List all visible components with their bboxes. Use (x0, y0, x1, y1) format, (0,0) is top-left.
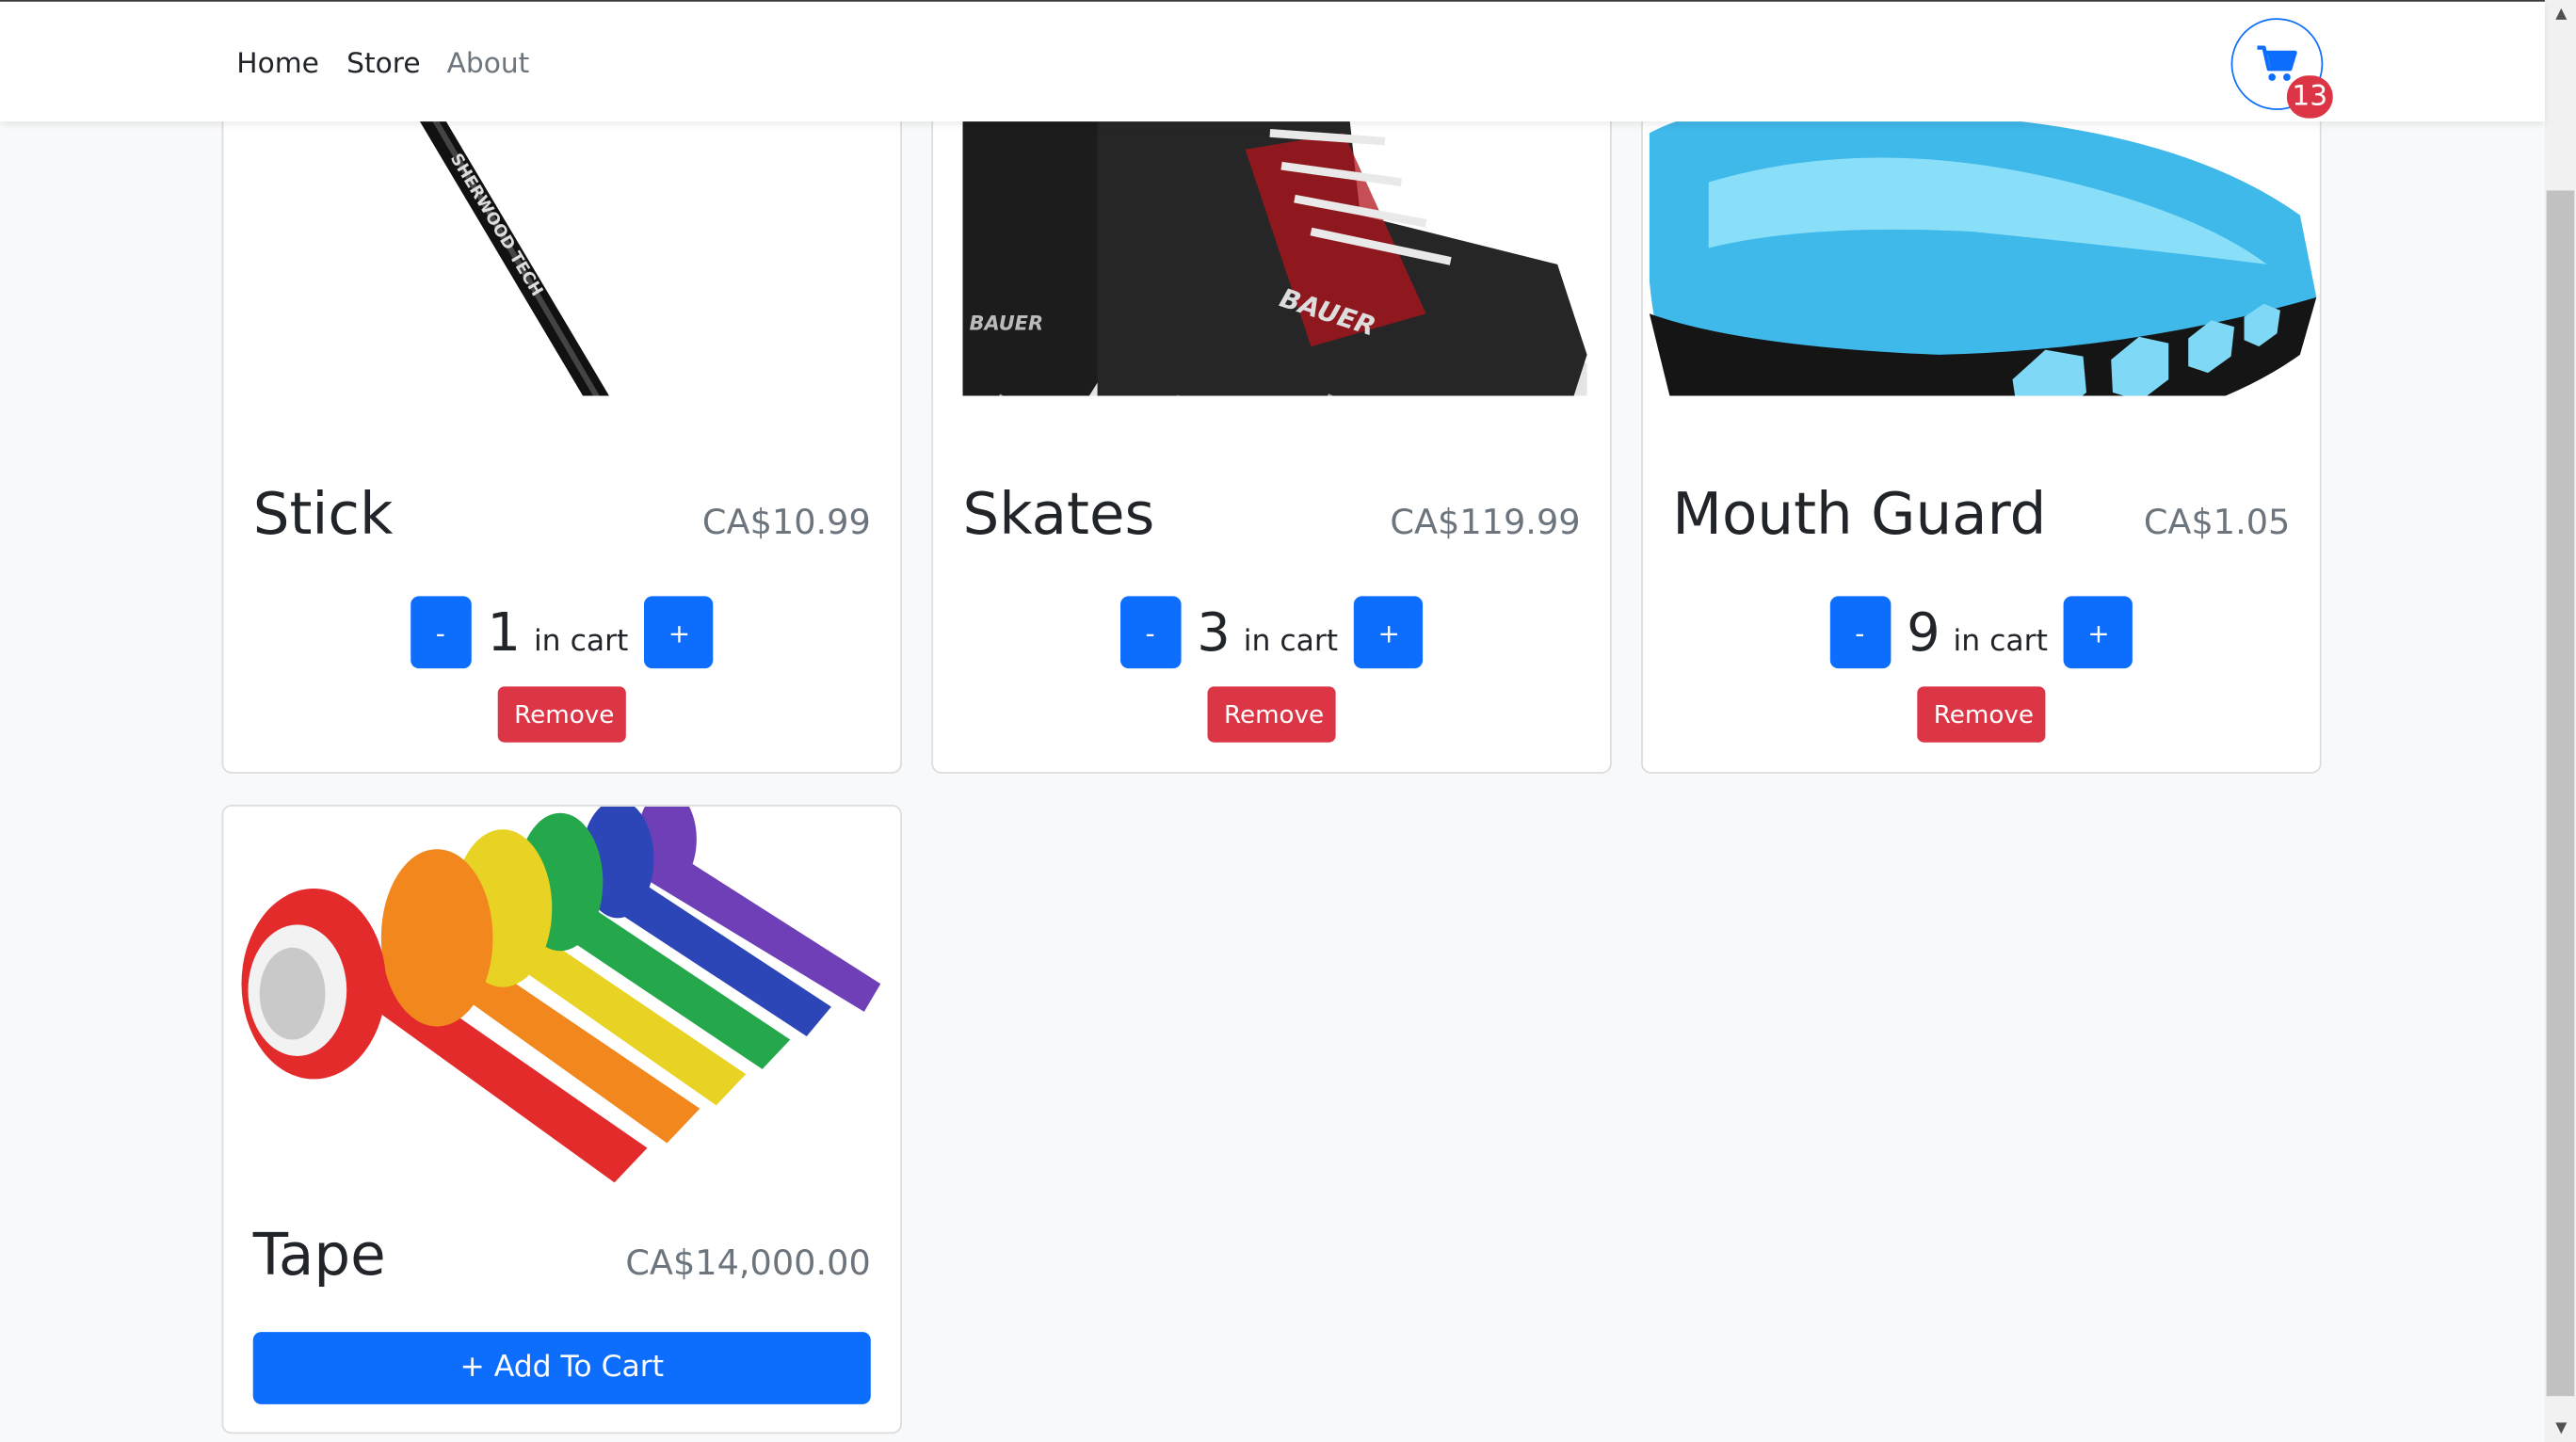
product-name: Tape (252, 1223, 386, 1290)
decrement-button[interactable]: - (1119, 596, 1181, 669)
svg-text:SHERWOOD TECH: SHERWOOD TECH (446, 151, 546, 300)
product-image-tape (223, 806, 901, 1185)
increment-button[interactable]: + (644, 596, 715, 669)
product-card-skates: BAUER BAUER Skates CA$119.99 - 3 in cart… (931, 65, 1612, 774)
scroll-down-arrow-icon[interactable]: ▼ (2550, 1418, 2572, 1440)
in-cart-label: in cart (1953, 624, 2048, 659)
scrollbar-thumb[interactable] (2546, 190, 2575, 1397)
in-cart-label: in cart (533, 624, 629, 659)
svg-text:BAUER: BAUER (969, 312, 1043, 335)
quantity-controls: - 9 in cart + (1643, 596, 2320, 669)
increment-button[interactable]: + (1354, 596, 1424, 669)
nav-link-store[interactable]: Store (346, 48, 420, 81)
remove-button[interactable]: Remove (497, 686, 626, 743)
shopping-cart-icon (2257, 45, 2297, 81)
product-name: Skates (962, 483, 1155, 549)
increment-button[interactable]: + (2064, 596, 2133, 669)
quantity-value: 9 (1907, 601, 1940, 664)
quantity-display: 9 in cart (1907, 602, 2048, 662)
nav-link-home[interactable]: Home (236, 48, 319, 81)
quantity-controls: - 1 in cart + (223, 596, 900, 669)
product-price: CA$10.99 (701, 502, 871, 542)
add-to-cart-button[interactable]: + Add To Cart (252, 1332, 871, 1404)
quantity-value: 3 (1197, 601, 1231, 664)
product-name: Mouth Guard (1672, 483, 2047, 549)
product-card-mouth-guard: Mouth Guard CA$1.05 - 9 in cart + Remove (1641, 65, 2322, 774)
product-name: Stick (252, 483, 394, 549)
decrement-button[interactable]: - (1829, 596, 1891, 669)
product-card-stick: SHERWOOD TECH Stick CA$10.99 - 1 in cart… (221, 65, 902, 774)
quantity-controls: - 3 in cart + (933, 596, 1610, 669)
remove-button[interactable]: Remove (1917, 686, 2046, 743)
quantity-value: 1 (487, 601, 521, 664)
cart-count-badge: 13 (2286, 75, 2333, 119)
quantity-display: 1 in cart (487, 602, 628, 662)
navbar: Home Store About 13 (0, 0, 2545, 122)
remove-button[interactable]: Remove (1207, 686, 1336, 743)
product-price: CA$1.05 (2143, 502, 2291, 542)
scroll-up-arrow-icon[interactable]: ▲ (2550, 3, 2572, 25)
in-cart-label: in cart (1243, 624, 1339, 659)
product-price: CA$14,000.00 (625, 1242, 871, 1283)
product-price: CA$119.99 (1390, 502, 1581, 542)
nav-link-about[interactable]: About (447, 48, 530, 81)
product-card-tape: Tape CA$14,000.00 + Add To Cart (221, 805, 902, 1434)
decrement-button[interactable]: - (410, 596, 472, 669)
quantity-display: 3 in cart (1197, 602, 1338, 662)
